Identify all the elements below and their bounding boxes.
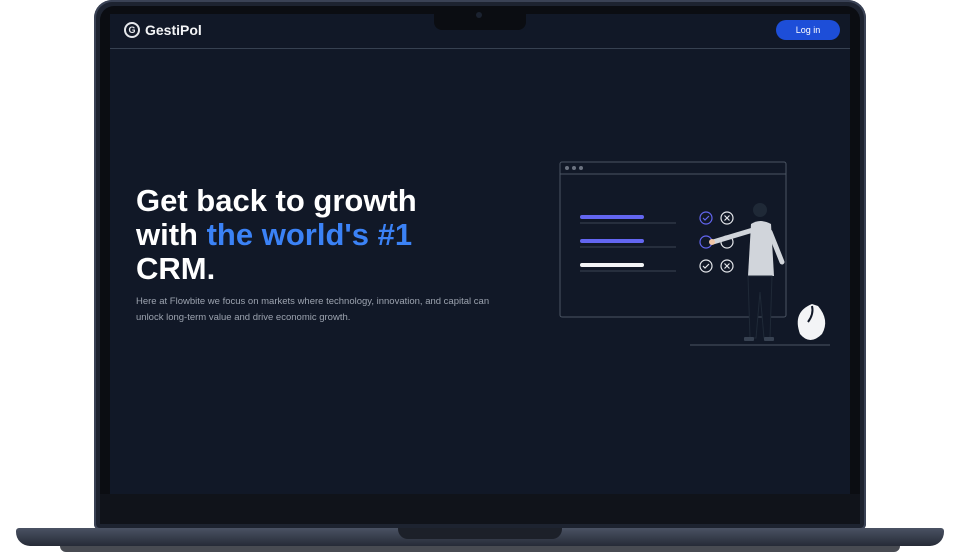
screen-chin [100,494,860,524]
person-icon [709,203,785,341]
check-icon [699,259,713,273]
trackpad-notch [398,528,562,539]
hero-title-with: with [136,217,207,252]
close-icon [720,211,734,225]
screen: G GestiPol Log in Get back to growth wit… [110,14,850,494]
task-row [580,263,676,272]
close-icon [720,259,734,273]
laptop-feet [60,546,900,552]
hero-title: Get back to growth with the world's #1 C… [136,184,496,286]
hero-description: Here at Flowbite we focus on markets whe… [136,296,490,323]
hero-title-accent: the world's #1 [206,217,413,252]
camera-notch [434,6,526,30]
brand-logo[interactable]: G GestiPol [124,22,202,38]
laptop-mockup: G GestiPol Log in Get back to growth wit… [0,0,960,560]
brand-name: GestiPol [145,22,202,38]
task-row [580,239,676,248]
brand-icon: G [124,22,140,38]
plant-icon [797,304,826,340]
hero-title-line3: CRM. [136,251,216,286]
hero-title-line1: Get back to growth [136,183,417,218]
login-button[interactable]: Log in [776,20,840,40]
check-icon [699,211,713,225]
camera-icon [476,12,482,18]
task-row [580,215,676,224]
task-illustration [559,161,830,346]
